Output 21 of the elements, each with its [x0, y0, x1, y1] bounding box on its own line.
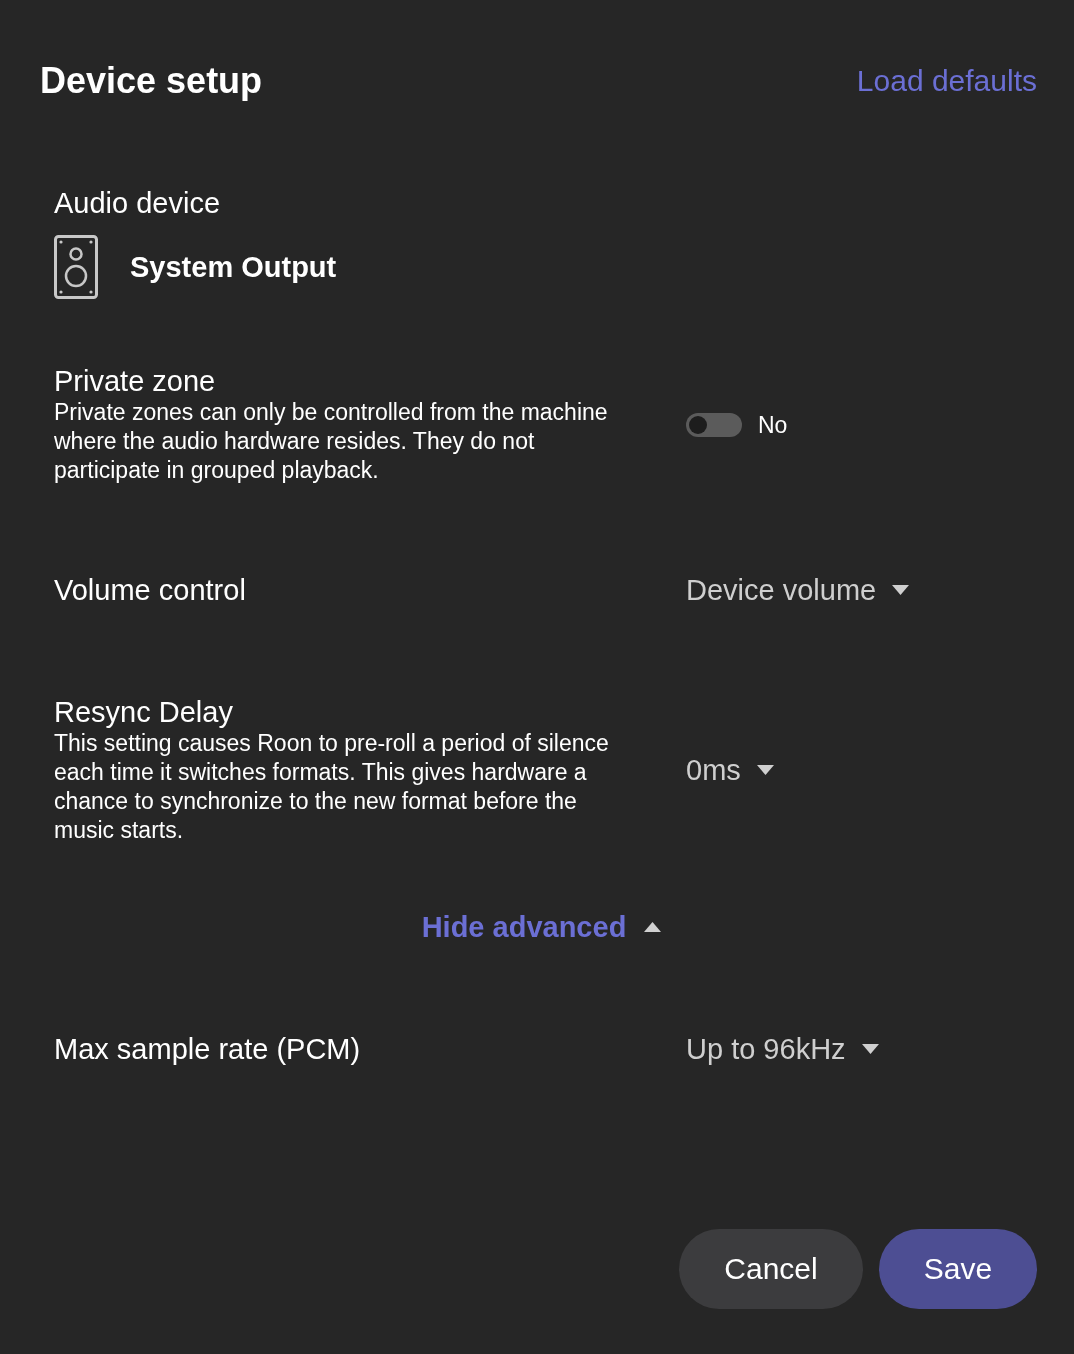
setting-label: Private zone	[54, 364, 217, 398]
dropdown[interactable]: 0ms	[686, 753, 774, 787]
setting-description: Private zones can only be controlled from the machine where the audio hardware resides. They do not participate in grouped playback.	[54, 398, 609, 485]
caret-icon	[892, 585, 910, 595]
save-button[interactable]: Save	[879, 1229, 1037, 1309]
toggle-label: No	[758, 410, 788, 439]
dialog-title: Device setup	[40, 59, 263, 103]
setting-description: This setting causes Roon to pre-roll a period of silence each time it switches formats. This gives hardware a chance to synchronize to the new format before the music starts.	[54, 729, 610, 845]
caret-icon	[861, 1044, 879, 1054]
setting-label: Resync Delay	[54, 695, 234, 729]
dropdown[interactable]: Device volume	[686, 573, 910, 607]
dropdown[interactable]: Up to 96kHz	[686, 1032, 879, 1066]
cancel-button[interactable]: Cancel	[679, 1229, 863, 1309]
toggle-switch[interactable]	[686, 412, 742, 437]
section-label: Audio device	[54, 186, 222, 220]
caret-icon	[756, 765, 774, 775]
speaker-icon	[54, 235, 98, 299]
device-name: System Output	[130, 250, 337, 284]
setting-label: Volume control	[54, 573, 247, 607]
caret-icon	[644, 922, 662, 932]
setting-label: Max sample rate (PCM)	[54, 1032, 362, 1066]
